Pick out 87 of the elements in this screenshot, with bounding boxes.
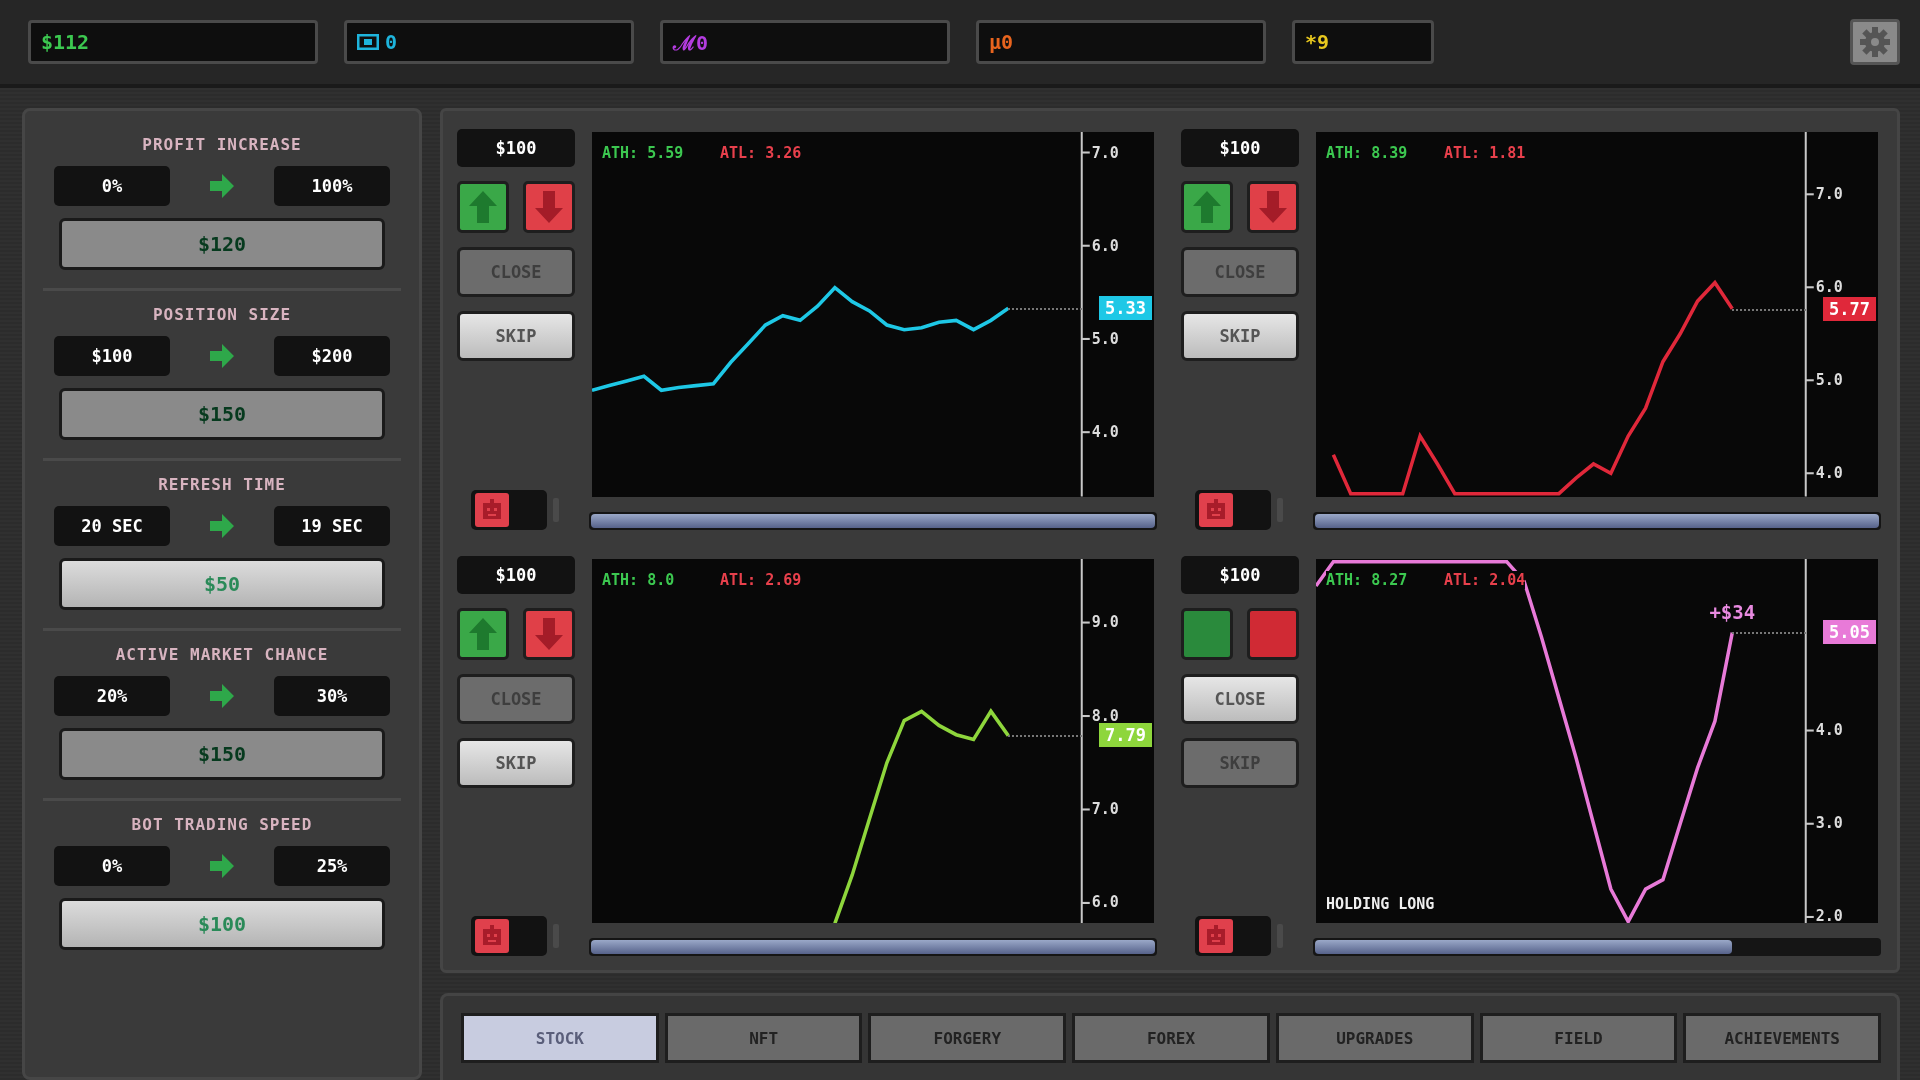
position-size: $100 bbox=[1181, 129, 1299, 167]
tick-label: 7.0 bbox=[1091, 143, 1119, 162]
tick-label: 6.0 bbox=[1091, 236, 1119, 255]
all-time-low: ATL: 2.04 bbox=[1444, 570, 1526, 589]
upgrade-title: ACTIVE MARKET CHANCE bbox=[115, 645, 329, 664]
down-arrow-icon bbox=[534, 616, 564, 651]
next-value: 30% bbox=[274, 676, 390, 716]
tick-label: 7.0 bbox=[1091, 799, 1119, 818]
buy-upgrade-button[interactable]: $150 bbox=[59, 388, 385, 440]
price-tag: 5.33 bbox=[1099, 296, 1152, 321]
tick-label: 8.0 bbox=[1091, 706, 1119, 725]
buy-upgrade-button[interactable]: $100 bbox=[59, 898, 385, 950]
current-value: 0% bbox=[54, 846, 170, 886]
short-button[interactable] bbox=[523, 181, 575, 233]
up-arrow-icon bbox=[468, 190, 498, 224]
resource-counter: 0 bbox=[344, 20, 634, 64]
right-arrow-icon bbox=[208, 683, 236, 709]
tab[interactable]: NFT bbox=[664, 1013, 863, 1063]
tab[interactable]: FOREX bbox=[1072, 1013, 1270, 1063]
current-value: $100 bbox=[54, 336, 170, 376]
profit-label: +$34 bbox=[1709, 601, 1756, 624]
close-button[interactable]: CLOSE bbox=[1181, 673, 1299, 724]
upgrade-title: PROFIT INCREASE bbox=[142, 135, 302, 154]
short-button[interactable] bbox=[1247, 607, 1299, 660]
resource-counter: ℳ0 bbox=[660, 20, 950, 64]
tick-label: 5.0 bbox=[1091, 329, 1119, 348]
right-arrow-icon bbox=[208, 173, 236, 199]
next-value: 25% bbox=[274, 846, 390, 886]
tick-label: 7.0 bbox=[1815, 185, 1843, 204]
tick-label: 5.0 bbox=[1815, 371, 1843, 390]
right-arrow-icon bbox=[208, 853, 236, 879]
tick-label: 6.0 bbox=[1815, 278, 1843, 297]
up-arrow-icon bbox=[1192, 190, 1222, 224]
long-button[interactable] bbox=[457, 181, 509, 233]
skip-button[interactable]: SKIP bbox=[1181, 311, 1299, 361]
bot-toggle[interactable] bbox=[1195, 916, 1271, 956]
skip-button[interactable]: SKIP bbox=[457, 311, 575, 361]
right-arrow-icon bbox=[208, 513, 236, 539]
tick-label: 4.0 bbox=[1815, 721, 1843, 739]
tick-label: 2.0 bbox=[1815, 907, 1843, 926]
bot-toggle[interactable] bbox=[1195, 489, 1271, 530]
buy-upgrade-button[interactable]: $120 bbox=[59, 218, 385, 270]
current-value: 20% bbox=[54, 676, 170, 716]
price-tag: 5.05 bbox=[1823, 620, 1876, 645]
buy-upgrade-button[interactable]: $150 bbox=[59, 728, 385, 780]
price-tag: 5.77 bbox=[1823, 296, 1876, 321]
next-value: 100% bbox=[274, 166, 390, 206]
chip-icon bbox=[357, 34, 379, 50]
resource-counter: µ0 bbox=[976, 20, 1266, 64]
tab[interactable]: ACHIEVEMENTS bbox=[1683, 1013, 1882, 1063]
upgrade-title: POSITION SIZE bbox=[152, 305, 292, 324]
position-size: $100 bbox=[457, 129, 575, 167]
down-arrow-icon bbox=[1258, 190, 1288, 224]
tab[interactable]: UPGRADES bbox=[1275, 1013, 1474, 1063]
tab[interactable]: FIELD bbox=[1479, 1013, 1678, 1063]
tick-label: 9.0 bbox=[1091, 613, 1119, 632]
up-arrow-icon bbox=[468, 616, 498, 651]
position-size: $100 bbox=[457, 555, 575, 594]
bot-toggle[interactable] bbox=[471, 916, 547, 956]
tick-label: 4.0 bbox=[1815, 464, 1843, 483]
upgrade-title: BOT TRADING SPEED bbox=[131, 815, 313, 834]
settings-icon bbox=[1859, 26, 1891, 58]
tab[interactable]: FORGERY bbox=[868, 1013, 1067, 1063]
current-value: 0% bbox=[54, 166, 170, 206]
long-button[interactable] bbox=[1181, 607, 1233, 660]
position-size: $100 bbox=[1181, 555, 1299, 594]
down-arrow-icon bbox=[534, 190, 564, 224]
resource-counter: *9 bbox=[1292, 20, 1434, 64]
tick-label: 4.0 bbox=[1091, 423, 1119, 442]
tick-label: 6.0 bbox=[1091, 893, 1119, 912]
price-tag: 7.79 bbox=[1099, 723, 1152, 748]
short-button[interactable] bbox=[523, 607, 575, 660]
long-button[interactable] bbox=[1181, 181, 1233, 233]
short-button[interactable] bbox=[1247, 181, 1299, 233]
buy-upgrade-button[interactable]: $50 bbox=[59, 558, 385, 610]
next-value: $200 bbox=[274, 336, 390, 376]
upgrade-title: REFRESH TIME bbox=[158, 475, 286, 494]
position-status: HOLDING LONG bbox=[1326, 895, 1435, 913]
long-button[interactable] bbox=[457, 607, 509, 660]
right-arrow-icon bbox=[208, 343, 236, 369]
tick-label: 3.0 bbox=[1815, 814, 1843, 833]
resource-counter: $112 bbox=[28, 20, 318, 64]
next-value: 19 SEC bbox=[274, 506, 390, 546]
skip-button[interactable]: SKIP bbox=[457, 737, 575, 788]
tab[interactable]: STOCK bbox=[461, 1013, 659, 1063]
bot-toggle[interactable] bbox=[471, 489, 547, 530]
current-value: 20 SEC bbox=[54, 506, 170, 546]
